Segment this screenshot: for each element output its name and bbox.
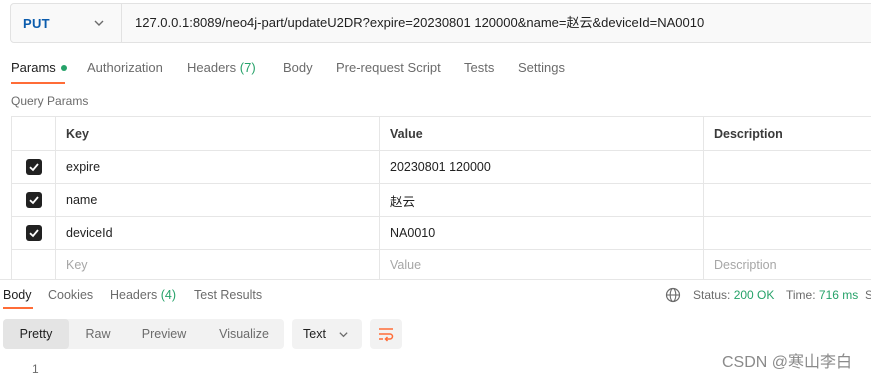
param-key-cell[interactable]: name: [55, 184, 379, 216]
tab-settings[interactable]: Settings: [518, 60, 565, 75]
row-checkbox-cell: [11, 217, 55, 249]
tab-headers-count: (7): [239, 60, 256, 75]
status-value: 200 OK: [733, 288, 775, 302]
header-description: Description: [703, 117, 871, 150]
new-key-input[interactable]: Key: [55, 250, 379, 279]
time-label: Time:: [786, 288, 816, 302]
header-key: Key: [55, 117, 379, 150]
row-checkbox-cell: [11, 250, 55, 279]
view-pretty-button[interactable]: Pretty: [3, 319, 69, 349]
new-description-input[interactable]: Description: [703, 250, 871, 279]
url-input[interactable]: 127.0.0.1:8089/neo4j-part/updateU2DR?exp…: [135, 4, 704, 42]
response-time[interactable]: Time: 716 ms: [786, 288, 858, 302]
view-mode-group: Pretty Raw Preview Visualize: [3, 319, 284, 349]
response-tab-cookies[interactable]: Cookies: [48, 288, 93, 302]
response-divider: [0, 279, 871, 280]
params-active-dot: [60, 64, 67, 71]
wrap-lines-button[interactable]: [370, 319, 402, 349]
chevron-down-icon: [339, 332, 348, 338]
response-tab-test-results[interactable]: Test Results: [194, 288, 262, 302]
param-key-cell[interactable]: expire: [55, 151, 379, 183]
tab-params[interactable]: Params: [11, 60, 67, 75]
param-key-cell[interactable]: deviceId: [55, 217, 379, 249]
method-select[interactable]: PUT: [11, 4, 122, 42]
new-value-input[interactable]: Value: [379, 250, 703, 279]
method-label: PUT: [23, 15, 50, 31]
response-tab-headers-count: (4): [160, 288, 177, 302]
tab-params-label: Params: [11, 60, 56, 75]
tab-tests[interactable]: Tests: [464, 60, 494, 75]
chevron-down-icon: [94, 20, 104, 26]
time-value: 716 ms: [818, 288, 859, 302]
header-value: Value: [379, 117, 703, 150]
response-status[interactable]: Status: 200 OK: [693, 288, 774, 302]
response-tab-body[interactable]: Body: [3, 288, 32, 302]
tab-body[interactable]: Body: [283, 60, 313, 75]
row-checkbox[interactable]: [25, 192, 42, 208]
header-checkbox-cell: [11, 117, 55, 150]
response-size-label[interactable]: S: [865, 288, 871, 302]
table-row: name 赵云: [11, 183, 871, 216]
param-value-cell[interactable]: 20230801 120000: [379, 151, 703, 183]
param-description-cell[interactable]: [703, 151, 871, 183]
wrap-lines-icon: [379, 328, 394, 342]
row-checkbox[interactable]: [25, 225, 42, 241]
check-icon: [28, 196, 39, 205]
check-icon: [28, 163, 39, 172]
param-value-cell[interactable]: 赵云: [379, 184, 703, 216]
response-tab-headers[interactable]: Headers (4): [110, 288, 176, 302]
row-checkbox-cell: [11, 151, 55, 183]
table-header-row: Key Value Description: [11, 116, 871, 150]
param-description-cell[interactable]: [703, 217, 871, 249]
row-checkbox-cell: [11, 184, 55, 216]
table-row-empty: Key Value Description: [11, 249, 871, 279]
status-label: Status:: [693, 288, 731, 302]
active-response-tab-indicator: [3, 307, 33, 309]
table-row: deviceId NA0010: [11, 216, 871, 249]
request-bar: PUT 127.0.0.1:8089/neo4j-part/updateU2DR…: [10, 3, 871, 43]
param-value-cell[interactable]: NA0010: [379, 217, 703, 249]
format-select[interactable]: Text: [292, 319, 362, 349]
response-tab-headers-label: Headers: [110, 288, 158, 302]
row-checkbox[interactable]: [25, 159, 42, 175]
query-params-title: Query Params: [11, 94, 89, 108]
body-line-number: 1: [32, 362, 39, 376]
tab-headers[interactable]: Headers (7): [187, 60, 256, 75]
view-raw-button[interactable]: Raw: [73, 319, 123, 349]
tab-headers-label: Headers: [187, 60, 237, 75]
tab-authorization[interactable]: Authorization: [87, 60, 163, 75]
tab-pre-request-script[interactable]: Pre-request Script: [336, 60, 441, 75]
view-visualize-button[interactable]: Visualize: [207, 319, 281, 349]
param-description-cell[interactable]: [703, 184, 871, 216]
view-preview-button[interactable]: Preview: [129, 319, 199, 349]
globe-icon[interactable]: [665, 287, 681, 303]
check-icon: [28, 229, 39, 238]
format-select-label: Text: [303, 327, 326, 341]
table-row: expire 20230801 120000: [11, 150, 871, 183]
active-tab-indicator: [11, 82, 65, 84]
watermark: CSDN @寒山李白: [722, 354, 853, 371]
